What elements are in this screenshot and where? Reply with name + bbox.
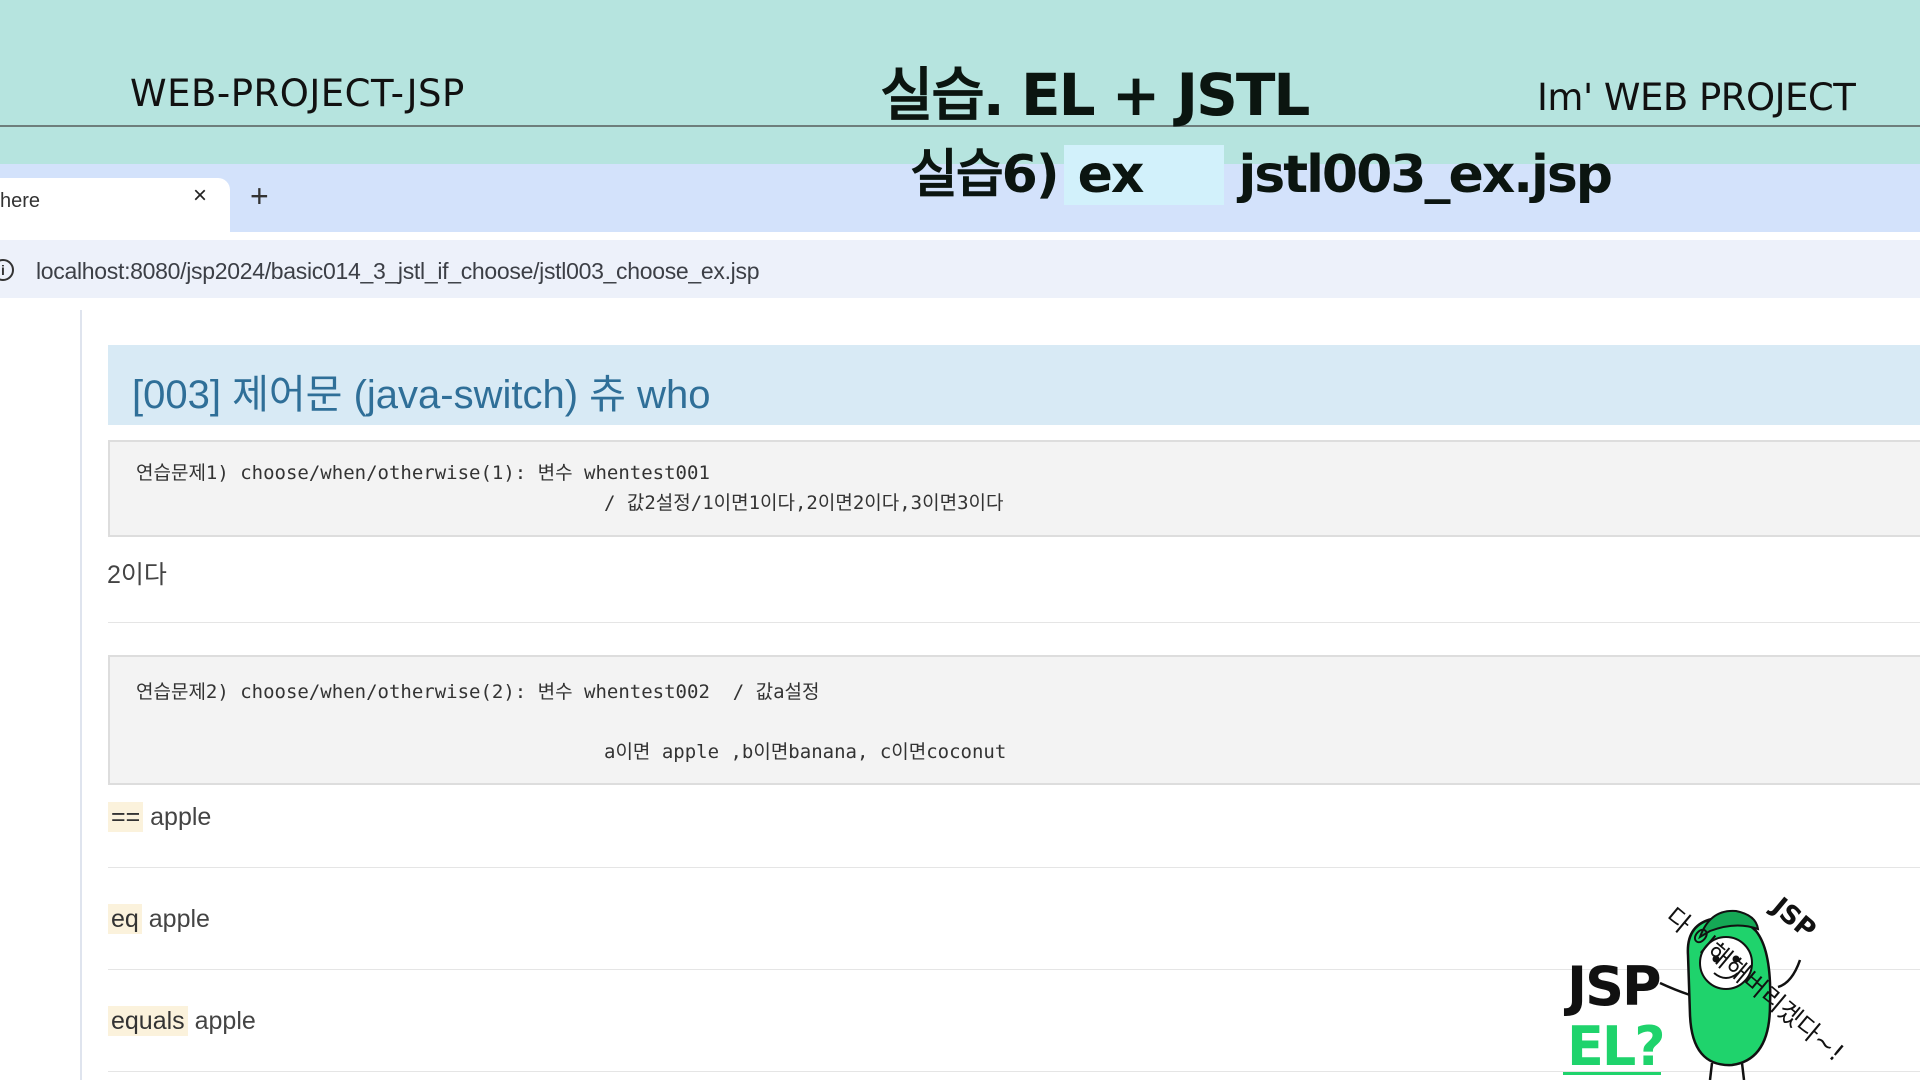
result-row-equals-op: == apple xyxy=(108,802,212,832)
exercise2-line2: a이면 apple ,b이면banana, c이면coconut xyxy=(604,741,1007,763)
result-value: apple xyxy=(150,803,212,831)
result-value: apple xyxy=(148,905,210,933)
url-text[interactable]: localhost:8080/jsp2024/basic014_3_jstl_i… xyxy=(36,258,760,285)
mascot-el-label: EL? xyxy=(1567,1015,1666,1078)
exercise2-code-block: 연습문제2) choose/when/otherwise(2): 변수 when… xyxy=(108,655,1920,785)
operator-code: eq xyxy=(108,904,142,934)
result-row-eq: eq apple xyxy=(108,904,210,934)
slide-title: 실습. EL + JSTL xyxy=(880,61,1310,129)
exercise2-line1: 연습문제2) choose/when/otherwise(2): 변수 when… xyxy=(136,681,820,703)
result-value: apple xyxy=(194,1007,256,1035)
result1-text: 2이다 xyxy=(107,561,167,589)
page-left-border xyxy=(80,310,82,1080)
close-icon[interactable]: × xyxy=(193,182,207,210)
new-tab-button[interactable]: + xyxy=(250,178,269,215)
page-heading-text: [003] 제어문 (java-switch) 츄 who xyxy=(132,373,711,417)
slide-subtitle: 실습6) ex jstl003_ex.jsp xyxy=(910,132,1613,207)
brand-label: Im' WEB PROJECT xyxy=(1537,76,1856,119)
tab-title[interactable]: here xyxy=(0,190,40,213)
page-heading: [003] 제어문 (java-switch) 츄 who xyxy=(108,345,1920,425)
mascot-jsp-label: JSP xyxy=(1567,955,1662,1018)
project-label: WEB-PROJECT-JSP xyxy=(130,72,465,115)
subtitle-prefix: 실습6) xyxy=(910,145,1060,205)
operator-code: == xyxy=(108,802,144,832)
result-row-equals: equals apple xyxy=(108,1006,256,1036)
divider xyxy=(108,622,1920,623)
exercise1-code-block: 연습문제1) choose/when/otherwise(1): 변수 when… xyxy=(108,440,1920,537)
exercise1-line1: 연습문제1) choose/when/otherwise(1): 변수 when… xyxy=(136,462,710,484)
exercise1-line2: / 값2설정/1이면1이다,2이면2이다,3이면3이다 xyxy=(604,492,1004,514)
subtitle-file: jstl003_ex.jsp xyxy=(1238,145,1613,205)
operator-code: equals xyxy=(108,1006,188,1036)
mascot-el-underline xyxy=(1563,1072,1661,1075)
subtitle-highlight: ex xyxy=(1063,145,1225,205)
